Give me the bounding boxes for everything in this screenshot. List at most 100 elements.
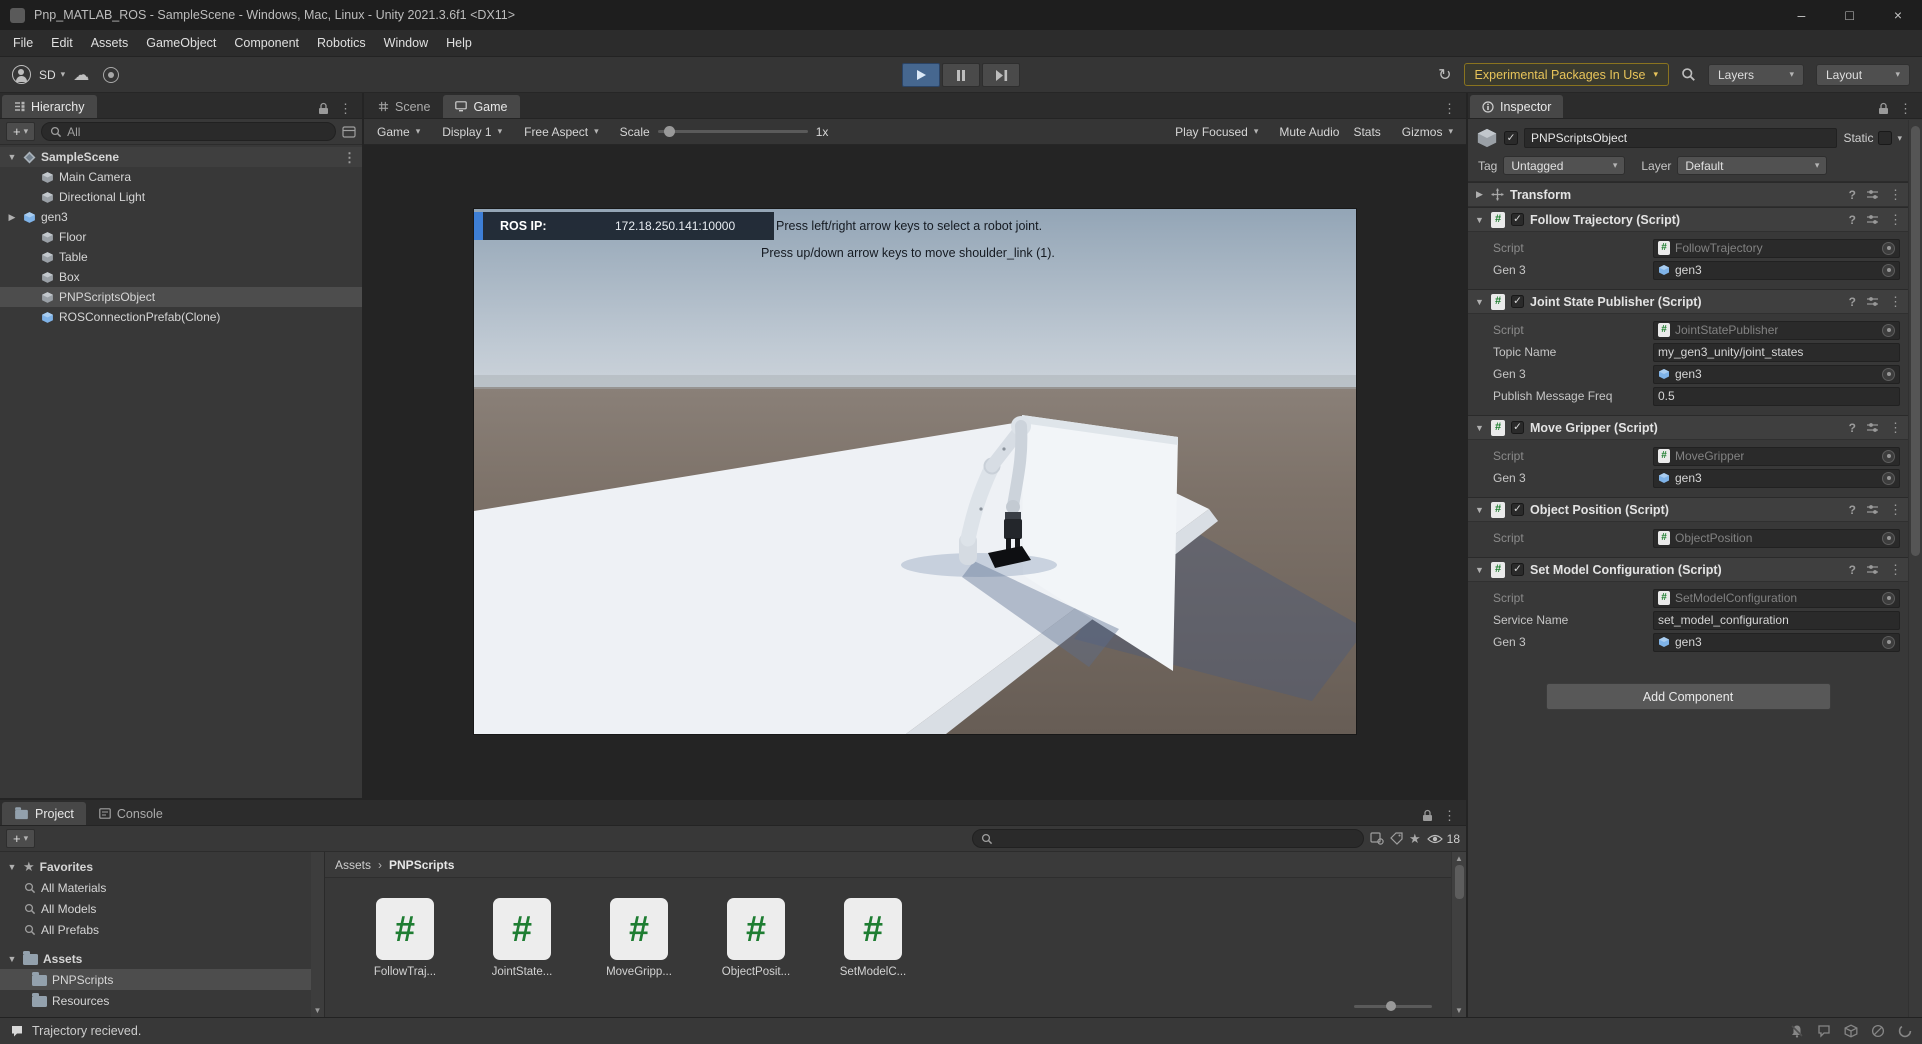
- presets-icon[interactable]: [1866, 421, 1879, 434]
- object-picker-icon[interactable]: [1882, 635, 1895, 649]
- presets-icon[interactable]: [1866, 295, 1879, 308]
- display-number-dropdown[interactable]: Display 1 ▾: [435, 122, 509, 142]
- minimize-button[interactable]: –: [1798, 7, 1806, 23]
- folder-pnpscripts[interactable]: PNPScripts: [0, 969, 324, 990]
- lock-icon[interactable]: [1422, 809, 1433, 822]
- presets-icon[interactable]: [1866, 213, 1879, 226]
- foldout-arrow-icon[interactable]: ▼: [1474, 423, 1485, 433]
- breadcrumb-current[interactable]: PNPScripts: [389, 858, 454, 872]
- breadcrumb-assets[interactable]: Assets: [335, 858, 371, 872]
- hidden-packages-count[interactable]: 18: [1426, 832, 1460, 846]
- foldout-arrow-icon[interactable]: ▼: [6, 152, 18, 162]
- layout-dropdown[interactable]: Layout ▾: [1816, 63, 1910, 86]
- favorite-all-models[interactable]: All Models: [0, 898, 324, 919]
- menu-help[interactable]: Help: [437, 36, 481, 50]
- experimental-packages-warning-button[interactable]: Experimental Packages In Use ▾: [1463, 63, 1669, 86]
- undo-history-icon[interactable]: ↻: [1438, 65, 1451, 85]
- hierarchy-item-directional-light[interactable]: Directional Light: [0, 187, 362, 207]
- layers-dropdown[interactable]: Layers ▾: [1708, 63, 1804, 86]
- favorite-all-materials[interactable]: All Materials: [0, 877, 324, 898]
- gen3-object-field[interactable]: gen3: [1653, 364, 1900, 384]
- search-by-label-tag-icon[interactable]: [1390, 832, 1403, 845]
- hierarchy-item-pnpscriptsobject[interactable]: PNPScriptsObject: [0, 287, 362, 307]
- add-component-button[interactable]: Add Component: [1545, 683, 1831, 710]
- favorite-all-prefabs[interactable]: All Prefabs: [0, 919, 324, 940]
- step-button[interactable]: [982, 63, 1020, 87]
- account-avatar-icon[interactable]: [12, 65, 31, 84]
- asset-objectposition-script[interactable]: # ObjectPosit...: [714, 898, 798, 1017]
- component-enabled-checkbox[interactable]: ✓: [1511, 213, 1524, 226]
- create-asset-button[interactable]: + ▾: [6, 829, 36, 848]
- scale-slider-knob[interactable]: [663, 125, 675, 137]
- inspector-scrollbar[interactable]: [1908, 120, 1922, 1017]
- foldout-arrow-icon[interactable]: ▶: [1474, 189, 1485, 200]
- script-object-field[interactable]: # ObjectPosition: [1653, 528, 1900, 548]
- notification-bell-muted-icon[interactable]: [1790, 1024, 1804, 1038]
- hierarchy-item-box[interactable]: Box: [0, 267, 362, 287]
- tab-scene[interactable]: Scene: [366, 95, 443, 118]
- menu-component[interactable]: Component: [225, 36, 308, 50]
- hierarchy-item-floor[interactable]: Floor: [0, 227, 362, 247]
- kebab-menu-icon[interactable]: ⋮: [343, 151, 356, 164]
- lock-icon[interactable]: [1878, 102, 1889, 115]
- tab-hierarchy[interactable]: Hierarchy: [2, 95, 97, 118]
- component-header-joint-state-publisher[interactable]: ▼ # ✓ Joint State Publisher (Script) ? ⋮: [1468, 289, 1908, 314]
- foldout-arrow-icon[interactable]: ▶: [6, 212, 18, 223]
- gen3-object-field[interactable]: gen3: [1653, 468, 1900, 488]
- search-by-type-icon[interactable]: [1370, 832, 1384, 845]
- script-object-field[interactable]: # MoveGripper: [1653, 446, 1900, 466]
- foldout-arrow-icon[interactable]: ▼: [6, 862, 18, 872]
- collab-icon[interactable]: [103, 66, 120, 83]
- foldout-arrow-icon[interactable]: ▼: [6, 954, 18, 964]
- scrollbar-thumb[interactable]: [1911, 126, 1920, 556]
- object-picker-icon[interactable]: [1882, 471, 1895, 485]
- object-picker-icon[interactable]: [1882, 449, 1895, 463]
- tab-game[interactable]: Game: [443, 95, 520, 118]
- object-picker-icon[interactable]: [1882, 531, 1895, 545]
- menu-file[interactable]: File: [4, 36, 42, 50]
- script-object-field[interactable]: # FollowTrajectory: [1653, 238, 1900, 258]
- hierarchy-item-gen3[interactable]: ▶ gen3: [0, 207, 362, 227]
- active-checkbox[interactable]: ✓: [1504, 131, 1518, 145]
- script-object-field[interactable]: # JointStatePublisher: [1653, 320, 1900, 340]
- kebab-menu-icon[interactable]: ⋮: [1889, 563, 1902, 576]
- component-enabled-checkbox[interactable]: ✓: [1511, 563, 1524, 576]
- transform-component-header[interactable]: ▶ Transform ? ⋮: [1468, 182, 1908, 207]
- kebab-menu-icon[interactable]: ⋮: [339, 102, 352, 115]
- object-name-field[interactable]: PNPScriptsObject: [1524, 128, 1838, 148]
- hierarchy-item-table[interactable]: Table: [0, 247, 362, 267]
- object-picker-icon[interactable]: [1882, 591, 1895, 605]
- scroll-up-icon[interactable]: ▲: [1455, 852, 1463, 865]
- kebab-menu-icon[interactable]: ⋮: [1443, 809, 1456, 822]
- display-target-dropdown[interactable]: Game ▾: [370, 122, 427, 142]
- foldout-arrow-icon[interactable]: ▼: [1474, 215, 1485, 225]
- menu-robotics[interactable]: Robotics: [308, 36, 375, 50]
- close-button[interactable]: ×: [1894, 7, 1902, 23]
- gen3-object-field[interactable]: gen3: [1653, 632, 1900, 652]
- pause-button[interactable]: [942, 63, 980, 87]
- topic-name-field[interactable]: my_gen3_unity/joint_states: [1653, 342, 1900, 362]
- foldout-arrow-icon[interactable]: ▼: [1474, 297, 1485, 307]
- folder-resources[interactable]: Resources: [0, 990, 324, 1011]
- tag-dropdown[interactable]: Untagged ▾: [1503, 156, 1626, 175]
- component-enabled-checkbox[interactable]: ✓: [1511, 503, 1524, 516]
- kebab-menu-icon[interactable]: ⋮: [1889, 295, 1902, 308]
- help-icon[interactable]: ?: [1849, 421, 1856, 435]
- scale-slider[interactable]: [657, 125, 808, 137]
- lock-icon[interactable]: [318, 102, 329, 115]
- asset-setmodelconfiguration-script[interactable]: # SetModelC...: [831, 898, 915, 1017]
- presets-icon[interactable]: [1866, 188, 1879, 201]
- aspect-ratio-dropdown[interactable]: Free Aspect ▾: [517, 122, 606, 142]
- help-icon[interactable]: ?: [1849, 213, 1856, 227]
- hierarchy-search-input[interactable]: All: [41, 122, 336, 141]
- help-icon[interactable]: ?: [1849, 295, 1856, 309]
- help-icon[interactable]: ?: [1849, 563, 1856, 577]
- foldout-arrow-icon[interactable]: ▼: [1474, 565, 1485, 575]
- blocked-circle-icon[interactable]: [1871, 1024, 1885, 1038]
- project-search-input[interactable]: [971, 829, 1364, 848]
- publish-frequency-field[interactable]: 0.5: [1653, 386, 1900, 406]
- asset-movegripper-script[interactable]: # MoveGripp...: [597, 898, 681, 1017]
- component-header-move-gripper[interactable]: ▼ # ✓ Move Gripper (Script) ? ⋮: [1468, 415, 1908, 440]
- asset-jointstatepublisher-script[interactable]: # JointState...: [480, 898, 564, 1017]
- object-picker-icon[interactable]: [1882, 323, 1895, 337]
